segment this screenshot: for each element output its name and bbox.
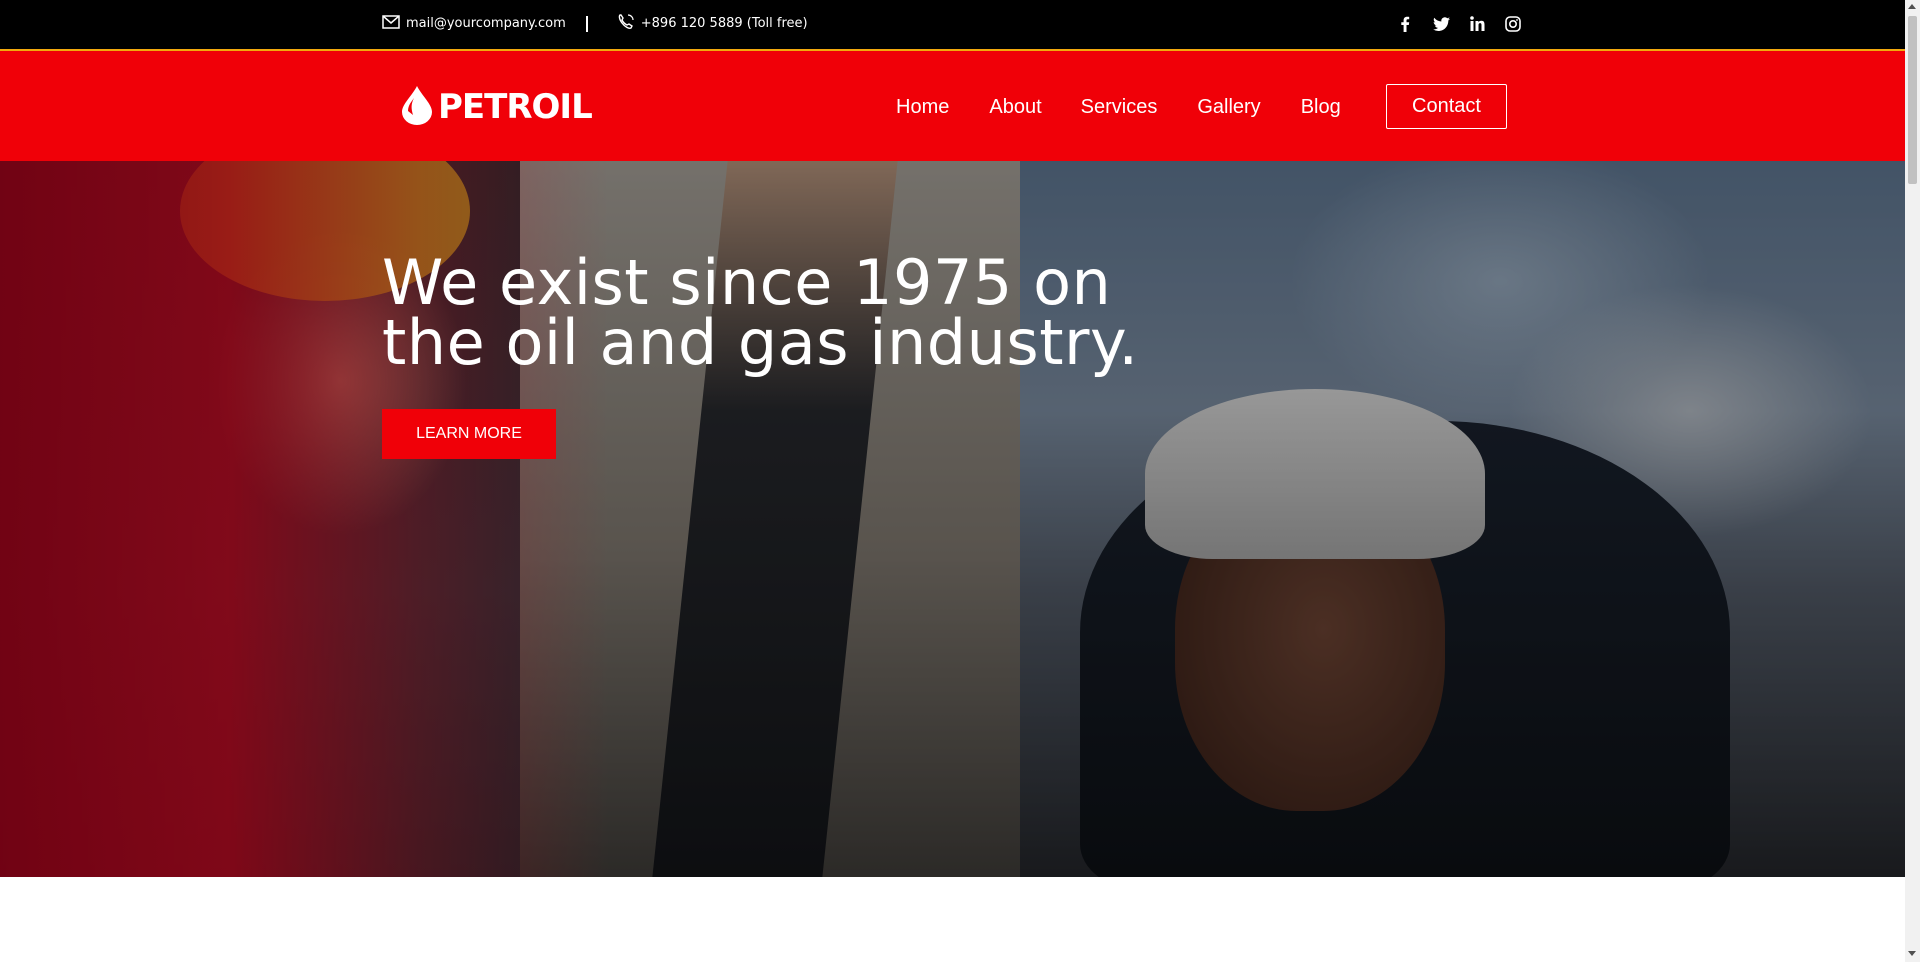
content-section [0, 877, 1905, 962]
nav-gallery[interactable]: Gallery [1197, 96, 1260, 119]
main-nav: Home About Services Gallery Blog [896, 84, 1381, 130]
instagram-icon[interactable] [1504, 15, 1522, 33]
nav-services[interactable]: Services [1081, 96, 1158, 119]
mail-icon [382, 14, 400, 33]
phone-text: +896 120 5889 (Toll free) [640, 16, 808, 31]
scroll-up-icon[interactable] [1908, 4, 1916, 9]
page-scrollbar[interactable] [1905, 0, 1920, 962]
linkedin-icon[interactable] [1468, 15, 1486, 33]
divider [585, 15, 588, 32]
scroll-down-icon[interactable] [1908, 951, 1916, 956]
learn-more-button[interactable]: LEARN MORE [382, 409, 556, 459]
phone-icon [617, 13, 635, 35]
nav-about[interactable]: About [989, 96, 1041, 119]
email-text: mail@yourcompany.com [406, 16, 566, 31]
social-links [1396, 0, 1522, 47]
top-bar: mail@yourcompany.com +896 120 5889 (Toll… [0, 0, 1905, 51]
twitter-icon[interactable] [1432, 15, 1450, 33]
top-contact-info: mail@yourcompany.com +896 120 5889 (Toll… [382, 0, 808, 47]
logo[interactable]: PETROIL [398, 84, 593, 130]
scrollbar-thumb[interactable] [1908, 16, 1917, 184]
nav-home[interactable]: Home [896, 96, 949, 119]
phone-link[interactable]: +896 120 5889 (Toll free) [617, 13, 808, 35]
hero-title: We exist since 1975 on the oil and gas i… [382, 246, 1139, 379]
logo-text: PETROIL [438, 87, 593, 127]
facebook-icon[interactable] [1396, 15, 1414, 33]
oil-drop-icon [398, 84, 436, 130]
nav-blog[interactable]: Blog [1301, 96, 1341, 119]
contact-button[interactable]: Contact [1386, 84, 1507, 129]
email-link[interactable]: mail@yourcompany.com [382, 14, 566, 33]
